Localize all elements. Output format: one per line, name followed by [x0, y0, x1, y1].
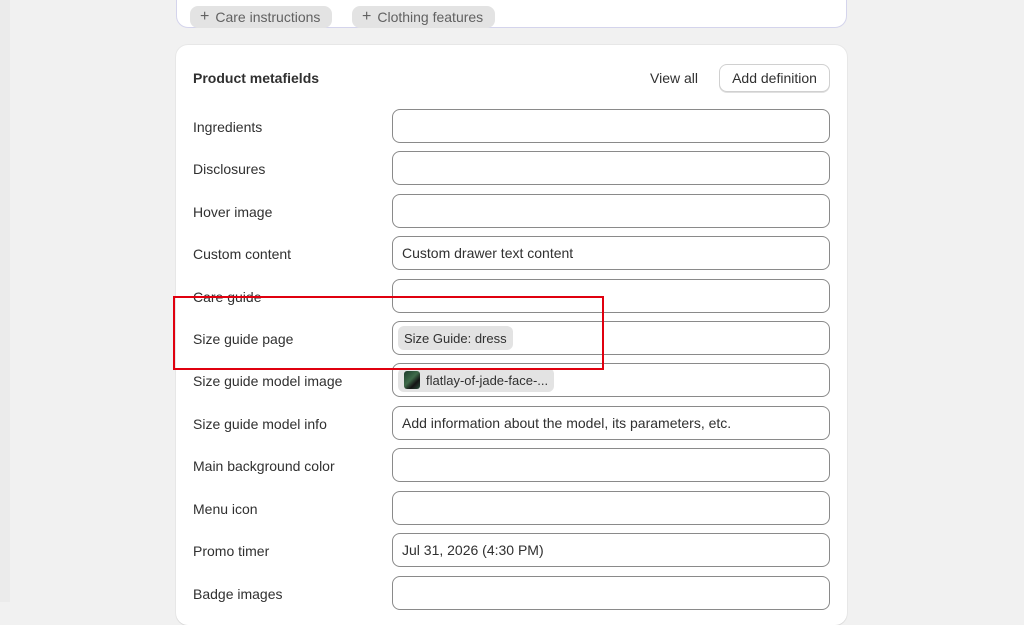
label-care-guide: Care guide [193, 289, 262, 305]
clothing-features-chip[interactable]: + Clothing features [352, 6, 496, 28]
badge-images-field[interactable] [392, 576, 830, 610]
care-instructions-chip[interactable]: + Care instructions [190, 6, 333, 28]
image-thumbnail [404, 371, 420, 389]
label-hover-image: Hover image [193, 204, 273, 220]
model-image-chip[interactable]: flatlay-of-jade-face-... [398, 368, 555, 392]
promo-timer-field[interactable]: Jul 31, 2026 (4:30 PM) [392, 533, 830, 567]
menu-icon-field[interactable] [392, 491, 830, 525]
custom-content-field[interactable]: Custom drawer text content [392, 236, 830, 270]
product-metafields-card: Product metafields View all Add definiti… [176, 45, 847, 625]
left-gutter [0, 0, 10, 602]
disclosures-field[interactable] [392, 151, 830, 185]
model-image-filename: flatlay-of-jade-face-... [426, 372, 549, 388]
label-menu-icon: Menu icon [193, 501, 258, 517]
label-size-guide-page: Size guide page [193, 331, 294, 347]
label-size-guide-model-image: Size guide model image [193, 373, 343, 389]
label-badge-images: Badge images [193, 586, 283, 602]
ingredients-field[interactable] [392, 109, 830, 143]
label-promo-timer: Promo timer [193, 543, 270, 559]
size-guide-model-info-field[interactable]: Add information about the model, its par… [392, 406, 830, 440]
chip-label: Clothing features [377, 9, 484, 25]
plus-icon: + [200, 8, 210, 25]
care-guide-field[interactable] [392, 279, 830, 313]
label-custom-content: Custom content [193, 246, 292, 262]
view-all-link[interactable]: View all [650, 70, 698, 86]
plus-icon: + [362, 8, 372, 25]
main-background-color-field[interactable] [392, 448, 830, 482]
add-definition-button[interactable]: Add definition [719, 64, 830, 92]
label-size-guide-model-info: Size guide model info [193, 416, 327, 432]
size-guide-page-chip[interactable]: Size Guide: dress [398, 326, 513, 350]
label-ingredients: Ingredients [193, 119, 263, 135]
label-disclosures: Disclosures [193, 161, 266, 177]
size-guide-model-image-field[interactable]: flatlay-of-jade-face-... [392, 363, 830, 397]
label-main-background-color: Main background color [193, 458, 335, 474]
chip-label: Care instructions [215, 9, 321, 25]
size-guide-page-field[interactable]: Size Guide: dress [392, 321, 830, 355]
card-title: Product metafields [193, 70, 320, 86]
hover-image-field[interactable] [392, 194, 830, 228]
previous-card: + Care instructions + Clothing features [176, 0, 847, 28]
